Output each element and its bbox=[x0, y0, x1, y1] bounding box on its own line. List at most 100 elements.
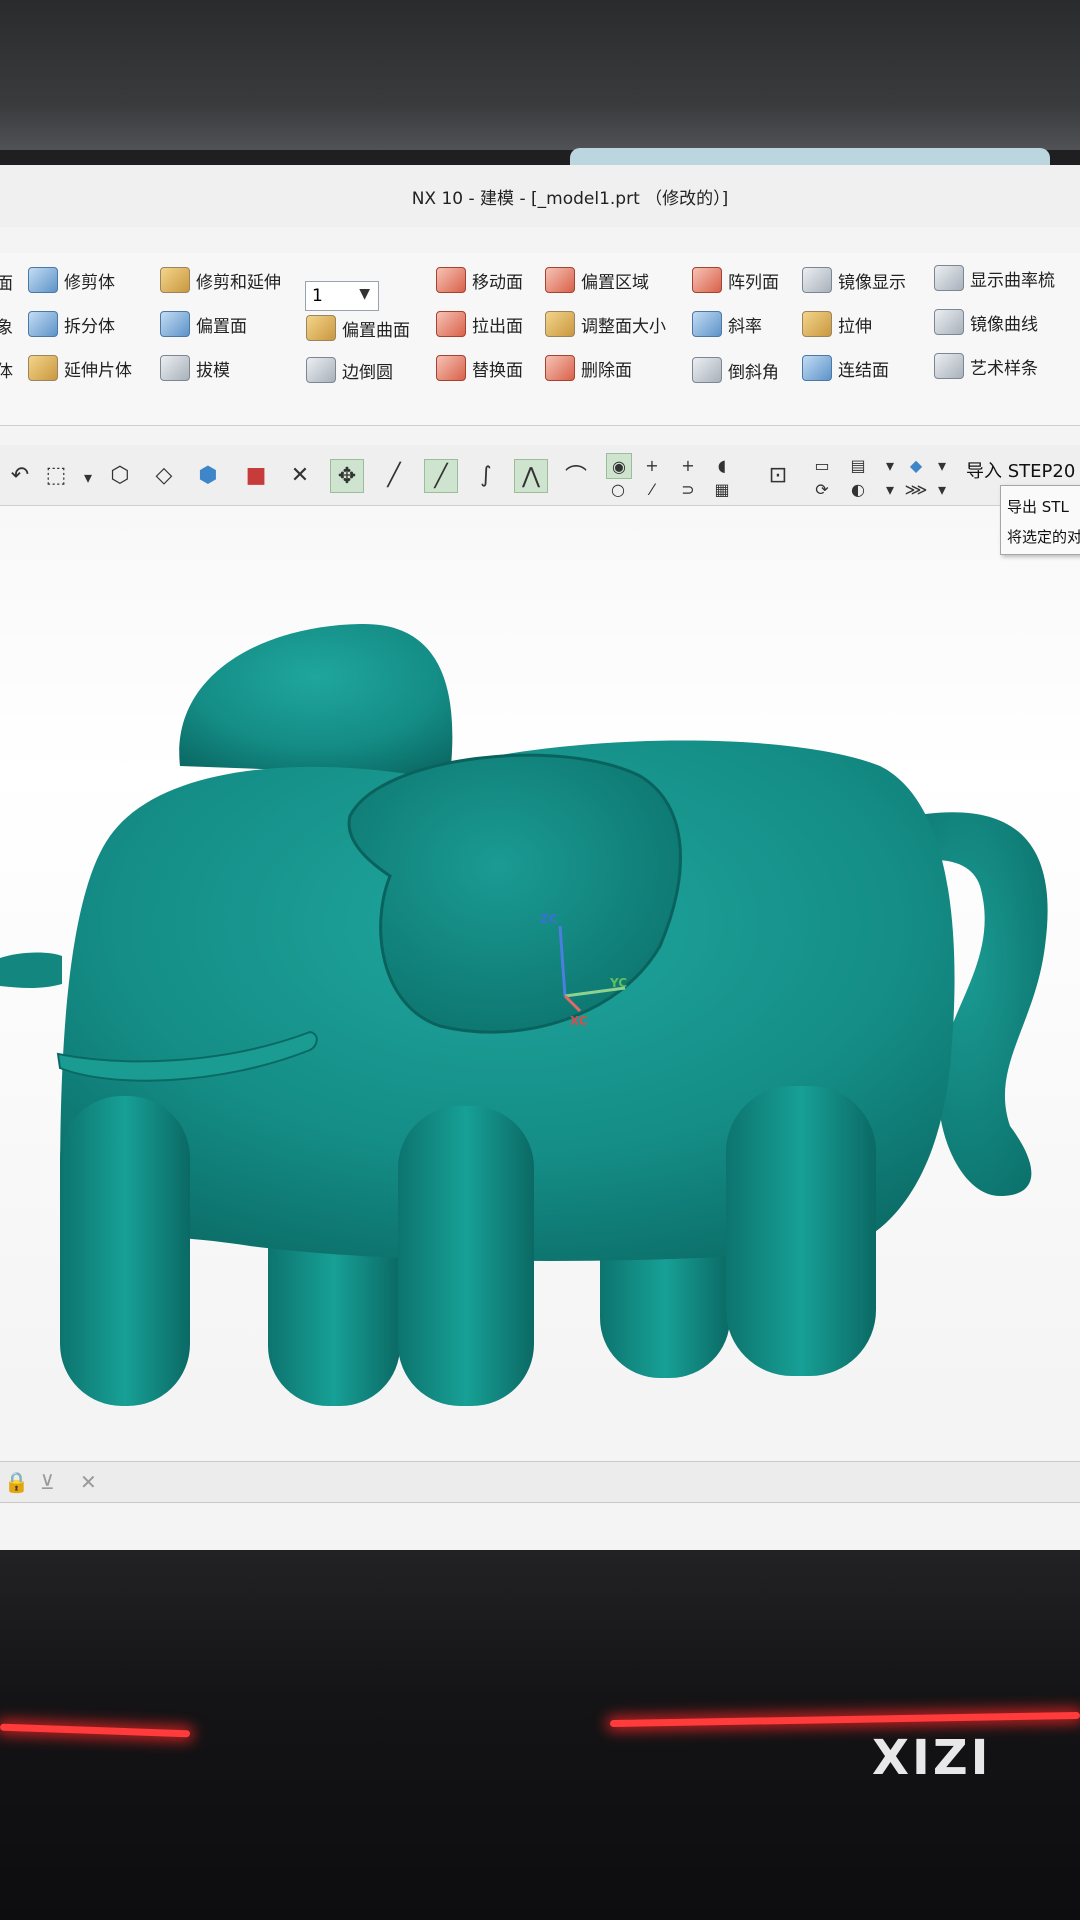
rear-right-leg bbox=[726, 1086, 876, 1376]
rotate-view-icon[interactable]: ⟳ bbox=[810, 477, 834, 501]
line-snap-icon[interactable]: ╱ bbox=[378, 459, 410, 491]
chamfer-button[interactable]: 倒斜角 bbox=[692, 357, 779, 383]
join-face-icon bbox=[802, 355, 832, 381]
intersection-icon[interactable]: + bbox=[640, 453, 664, 477]
front-left-leg bbox=[60, 1096, 190, 1406]
head-top bbox=[179, 623, 453, 776]
view-orient-icon[interactable]: ▭ bbox=[810, 453, 834, 477]
display-color-icon[interactable]: ◆ bbox=[904, 453, 928, 477]
delete-face-button[interactable]: 删除面 bbox=[545, 355, 632, 381]
resize-face-button[interactable]: 调整面大小 bbox=[545, 311, 666, 337]
elephant-model[interactable] bbox=[0, 506, 1080, 1406]
monitor-top-bezel bbox=[0, 0, 1080, 166]
offset-surface-icon bbox=[306, 315, 336, 341]
chevron-down-icon[interactable]: ▾ bbox=[878, 477, 902, 501]
triad-x-label: XC bbox=[570, 1014, 588, 1028]
existing-point-icon[interactable]: + bbox=[676, 453, 700, 477]
tangent-icon[interactable]: ⊃ bbox=[676, 477, 700, 501]
polyline-icon[interactable]: ⋀ bbox=[514, 459, 548, 493]
render-style-icon[interactable]: ◐ bbox=[846, 477, 870, 501]
move-face-button[interactable]: 移动面 bbox=[436, 267, 523, 293]
select-solid-icon[interactable]: ■ bbox=[240, 459, 272, 491]
select-face-icon[interactable]: ◇ bbox=[148, 459, 180, 491]
deselect-icon[interactable]: ✕ bbox=[284, 459, 316, 491]
offset-face-icon bbox=[160, 311, 190, 337]
offset-face-button[interactable]: 偏置面 bbox=[160, 311, 247, 337]
pull-face-icon bbox=[436, 311, 466, 337]
front-right-leg bbox=[398, 1106, 534, 1406]
ribbon-count-select[interactable]: 1 ▼ bbox=[305, 281, 379, 311]
select-body-icon[interactable]: ⬢ bbox=[192, 459, 224, 491]
clear-filter-icon[interactable]: ✕ bbox=[80, 1470, 97, 1494]
face-point-icon[interactable]: ◖ bbox=[710, 453, 734, 477]
draft-icon bbox=[160, 355, 190, 381]
window-glare bbox=[570, 148, 1050, 166]
arc-snap-icon[interactable]: ⌒ bbox=[560, 459, 592, 491]
undo-icon[interactable]: ↶ bbox=[4, 459, 36, 491]
window-title: NX 10 - 建模 - [_model1.prt （修改的）] bbox=[411, 188, 729, 209]
extrude-button[interactable]: 拉伸 bbox=[802, 311, 872, 337]
pull-face-button[interactable]: 拉出面 bbox=[436, 311, 523, 337]
spline-snap-icon[interactable]: ∫ bbox=[470, 459, 502, 491]
grid-icon[interactable]: ▦ bbox=[710, 477, 734, 501]
import-step-button[interactable]: 导入 STEP20 bbox=[966, 457, 1075, 483]
trim-extend-icon bbox=[160, 267, 190, 293]
status-bar: 🔒 ⊻ ✕ bbox=[0, 1461, 1080, 1503]
resize-face-icon bbox=[545, 311, 575, 337]
triad-z-label: ZC bbox=[540, 912, 558, 926]
extend-sheet-button[interactable]: 延伸片体 bbox=[28, 355, 132, 381]
trim-extend-button[interactable]: 修剪和延伸 bbox=[160, 267, 281, 293]
snap-point-icon[interactable]: ✥ bbox=[330, 459, 364, 493]
watermark: XIZI bbox=[872, 1730, 992, 1786]
move-face-icon bbox=[436, 267, 466, 293]
slope-button[interactable]: 斜率 bbox=[692, 311, 762, 337]
chevron-down-icon[interactable]: ▾ bbox=[930, 477, 954, 501]
trunk bbox=[0, 952, 62, 988]
chevron-down-icon: ▼ bbox=[359, 286, 370, 302]
extend-sheet-icon bbox=[28, 355, 58, 381]
join-face-button[interactable]: 连结面 bbox=[802, 355, 889, 381]
ribbon-cut-item-2[interactable]: 象 bbox=[0, 313, 13, 338]
ribbon-cut-item-3[interactable]: 体 bbox=[0, 357, 13, 382]
chevron-down-icon[interactable]: ▾ bbox=[930, 453, 954, 477]
select-rectangle-icon[interactable]: ⬚ bbox=[40, 459, 72, 491]
section-view-icon[interactable]: ⋙ bbox=[904, 477, 928, 501]
pattern-face-icon bbox=[692, 267, 722, 293]
ribbon: 面 象 体 修剪体 拆分体 延伸片体 修剪和延伸 偏置面 拔模 偏置曲面 边倒圆… bbox=[0, 253, 1080, 426]
edge-blend-button[interactable]: 边倒圆 bbox=[306, 357, 393, 383]
draft-button[interactable]: 拔模 bbox=[160, 355, 230, 381]
trim-body-button[interactable]: 修剪体 bbox=[28, 267, 115, 293]
delete-face-icon bbox=[545, 355, 575, 381]
select-feature-icon[interactable]: ⬡ bbox=[104, 459, 136, 491]
replace-face-button[interactable]: 替换面 bbox=[436, 355, 523, 381]
lock-icon[interactable]: 🔒 bbox=[4, 1470, 29, 1494]
chevron-down-icon[interactable]: ▾ bbox=[878, 453, 902, 477]
filter-icon[interactable]: ⊻ bbox=[40, 1470, 55, 1494]
mirror-display-button[interactable]: 镜像显示 bbox=[802, 267, 906, 293]
graphics-viewport[interactable]: ZC YC XC bbox=[0, 506, 1080, 1406]
offset-region-button[interactable]: 偏置区域 bbox=[545, 267, 649, 293]
fit-view-icon[interactable]: ⊡ bbox=[762, 459, 794, 491]
layout-icon[interactable]: ▤ bbox=[846, 453, 870, 477]
extrude-icon bbox=[802, 311, 832, 337]
curvature-comb-button[interactable]: 显示曲率梳 bbox=[934, 265, 1055, 291]
offset-surface-button[interactable]: 偏置曲面 bbox=[306, 315, 410, 341]
chevron-down-icon[interactable]: ▾ bbox=[76, 465, 100, 489]
chamfer-icon bbox=[692, 357, 722, 383]
triad-y-label: YC bbox=[610, 976, 628, 990]
replace-face-icon bbox=[436, 355, 466, 381]
studio-spline-button[interactable]: 艺术样条 bbox=[934, 353, 1038, 379]
quadrant-point-icon[interactable]: ○ bbox=[606, 477, 630, 501]
ribbon-cut-item-1[interactable]: 面 bbox=[0, 269, 13, 294]
pattern-face-button[interactable]: 阵列面 bbox=[692, 267, 779, 293]
mirror-curve-icon bbox=[934, 309, 964, 335]
curve-snap-icon[interactable]: ╱ bbox=[424, 459, 458, 493]
studio-spline-icon bbox=[934, 353, 964, 379]
midpoint-icon[interactable]: ⁄ bbox=[640, 477, 664, 501]
center-point-icon[interactable]: ◉ bbox=[606, 453, 632, 479]
slope-icon bbox=[692, 311, 722, 337]
edge-blend-icon bbox=[306, 357, 336, 383]
split-body-button[interactable]: 拆分体 bbox=[28, 311, 115, 337]
export-stl-tooltip: 导出 STL 将选定的对 bbox=[1000, 485, 1080, 555]
mirror-curve-button[interactable]: 镜像曲线 bbox=[934, 309, 1038, 335]
